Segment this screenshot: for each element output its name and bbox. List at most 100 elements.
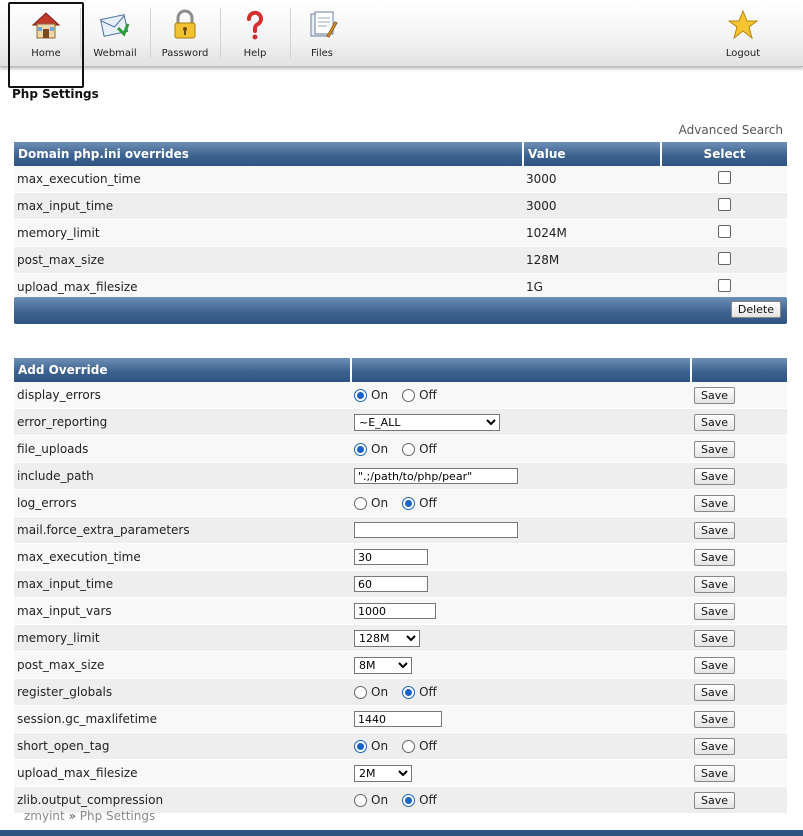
setting-name: max_execution_time (14, 166, 523, 193)
value-select[interactable]: 128M (354, 629, 420, 647)
table-row: max_input_time 3000 (14, 192, 787, 220)
table-row: max_input_time Save (14, 570, 787, 598)
table-row: session.gc_maxlifetime Save (14, 705, 787, 733)
off-radio[interactable] (402, 496, 416, 510)
value-input[interactable] (354, 549, 428, 565)
select-checkbox[interactable] (717, 198, 731, 211)
save-button[interactable]: Save (694, 629, 736, 647)
save-button[interactable]: Save (694, 656, 736, 674)
nav-help[interactable]: Help (220, 0, 290, 64)
save-button[interactable]: Save (694, 467, 736, 485)
nav-webmail[interactable]: Webmail (80, 0, 150, 64)
table-row: display_errors On Off Save (14, 382, 787, 409)
value-select[interactable]: 2M (354, 764, 412, 782)
select-checkbox[interactable] (717, 225, 731, 238)
save-button[interactable]: Save (694, 440, 736, 458)
off-radio[interactable] (402, 793, 416, 807)
save-button[interactable]: Save (694, 494, 736, 512)
breadcrumb-user[interactable]: zmyint (24, 809, 65, 823)
nav-files[interactable]: Files (290, 0, 354, 64)
on-radio[interactable] (354, 388, 367, 402)
table-row: max_execution_time 3000 (14, 166, 787, 193)
table-row: error_reporting ~E_ALL Save (14, 408, 787, 436)
on-radio[interactable] (354, 685, 367, 699)
save-button[interactable]: Save (694, 737, 736, 755)
value-input[interactable] (354, 468, 518, 484)
table-row: memory_limit 128M Save (14, 624, 787, 652)
value-input[interactable] (354, 576, 428, 592)
select-checkbox[interactable] (717, 279, 731, 292)
off-radio[interactable] (402, 685, 416, 699)
save-button[interactable]: Save (694, 413, 736, 431)
on-label: On (371, 388, 389, 403)
select-checkbox[interactable] (717, 171, 731, 184)
nav-label: Logout (725, 48, 761, 59)
table-row: short_open_tag On Off Save (14, 732, 787, 760)
save-button[interactable]: Save (694, 602, 736, 620)
nav-label: Password (161, 48, 209, 59)
save-button[interactable]: Save (694, 710, 736, 728)
save-button[interactable]: Save (694, 791, 736, 809)
save-button[interactable]: Save (694, 575, 736, 593)
off-label: Off (419, 496, 437, 511)
table-row: register_globals On Off Save (14, 678, 787, 706)
column-header: Domain php.ini overrides (14, 142, 524, 166)
table-row: max_execution_time Save (14, 543, 787, 571)
off-radio[interactable] (402, 388, 416, 402)
nav-password[interactable]: Password (150, 0, 220, 64)
nav-home-active-frame (8, 2, 84, 88)
setting-name: short_open_tag (14, 732, 351, 760)
save-button[interactable]: Save (694, 548, 736, 566)
value-input[interactable] (354, 522, 518, 538)
off-label: Off (419, 442, 437, 457)
setting-value: 128M (523, 246, 661, 274)
advanced-search-link[interactable]: Advanced Search (679, 123, 783, 137)
nav-logout[interactable]: Logout (712, 0, 774, 64)
value-select[interactable]: 8M (354, 656, 412, 674)
on-radio[interactable] (354, 442, 367, 456)
table-header: Add Override (14, 358, 787, 382)
star-icon (727, 9, 759, 40)
top-toolbar: Home Webmail Password Help Files Logout (0, 0, 803, 67)
off-label: Off (419, 793, 437, 808)
breadcrumb: zmyint » Php Settings (24, 809, 155, 823)
on-radio[interactable] (354, 793, 367, 807)
table-row: log_errors On Off Save (14, 489, 787, 517)
save-button[interactable]: Save (694, 521, 736, 539)
on-label: On (371, 442, 389, 457)
on-label: On (371, 739, 389, 754)
value-input[interactable] (354, 603, 436, 619)
setting-name: upload_max_filesize (14, 759, 351, 787)
save-button[interactable]: Save (694, 683, 736, 701)
files-icon (310, 11, 338, 38)
on-radio[interactable] (354, 496, 367, 510)
setting-name: display_errors (14, 382, 351, 409)
save-button[interactable]: Save (694, 764, 736, 782)
mail-icon (100, 14, 130, 37)
value-select[interactable]: ~E_ALL (354, 413, 500, 431)
off-radio[interactable] (402, 442, 416, 456)
on-radio[interactable] (354, 739, 367, 753)
setting-value: 1024M (523, 219, 661, 247)
save-button[interactable]: Save (694, 386, 736, 404)
column-header: Add Override (14, 358, 352, 382)
select-checkbox[interactable] (717, 252, 731, 265)
setting-name: max_input_vars (14, 597, 351, 625)
column-header (691, 358, 787, 382)
delete-button[interactable]: Delete (730, 301, 781, 318)
setting-name: register_globals (14, 678, 351, 706)
breadcrumb-current: Php Settings (79, 809, 156, 823)
setting-name: max_input_time (14, 192, 523, 220)
setting-name: error_reporting (14, 408, 351, 436)
nav-label: Webmail (93, 48, 137, 59)
setting-name: post_max_size (14, 651, 351, 679)
table-row: post_max_size 128M (14, 246, 787, 274)
value-input[interactable] (354, 711, 442, 727)
table-row: file_uploads On Off Save (14, 435, 787, 463)
setting-name: file_uploads (14, 435, 351, 463)
table-row: include_path Save (14, 462, 787, 490)
setting-name: include_path (14, 462, 351, 490)
off-radio[interactable] (402, 739, 416, 753)
table-header: Domain php.ini overrides Value Select (14, 142, 787, 166)
off-label: Off (419, 685, 437, 700)
